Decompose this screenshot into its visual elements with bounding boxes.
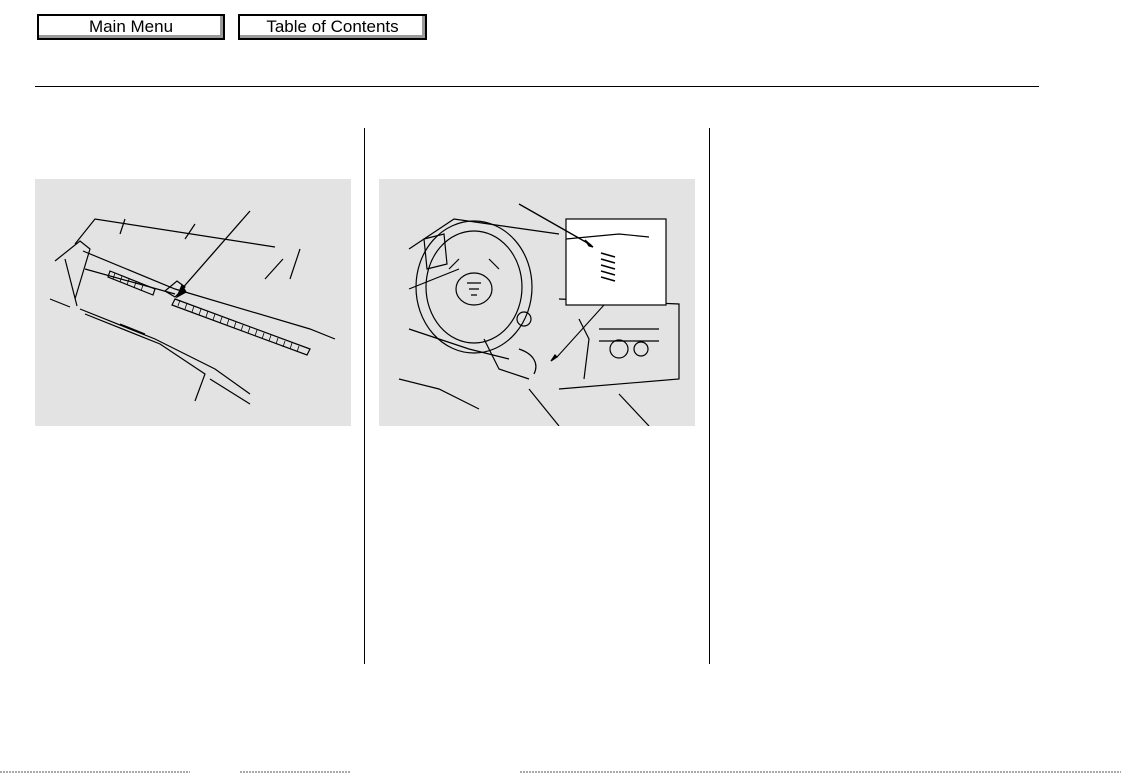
column-divider-right (709, 128, 710, 664)
header-rule (35, 86, 1039, 87)
table-of-contents-button[interactable]: Table of Contents (238, 14, 427, 40)
steering-column-illustration-icon (398, 203, 680, 426)
main-menu-button[interactable]: Main Menu (37, 14, 225, 40)
windshield-wiper-figure (35, 179, 351, 426)
page-footer-strip (0, 771, 1121, 773)
steering-column-figure (379, 179, 695, 426)
windshield-wiper-illustration-icon (49, 210, 336, 405)
column-divider-left (364, 128, 365, 664)
